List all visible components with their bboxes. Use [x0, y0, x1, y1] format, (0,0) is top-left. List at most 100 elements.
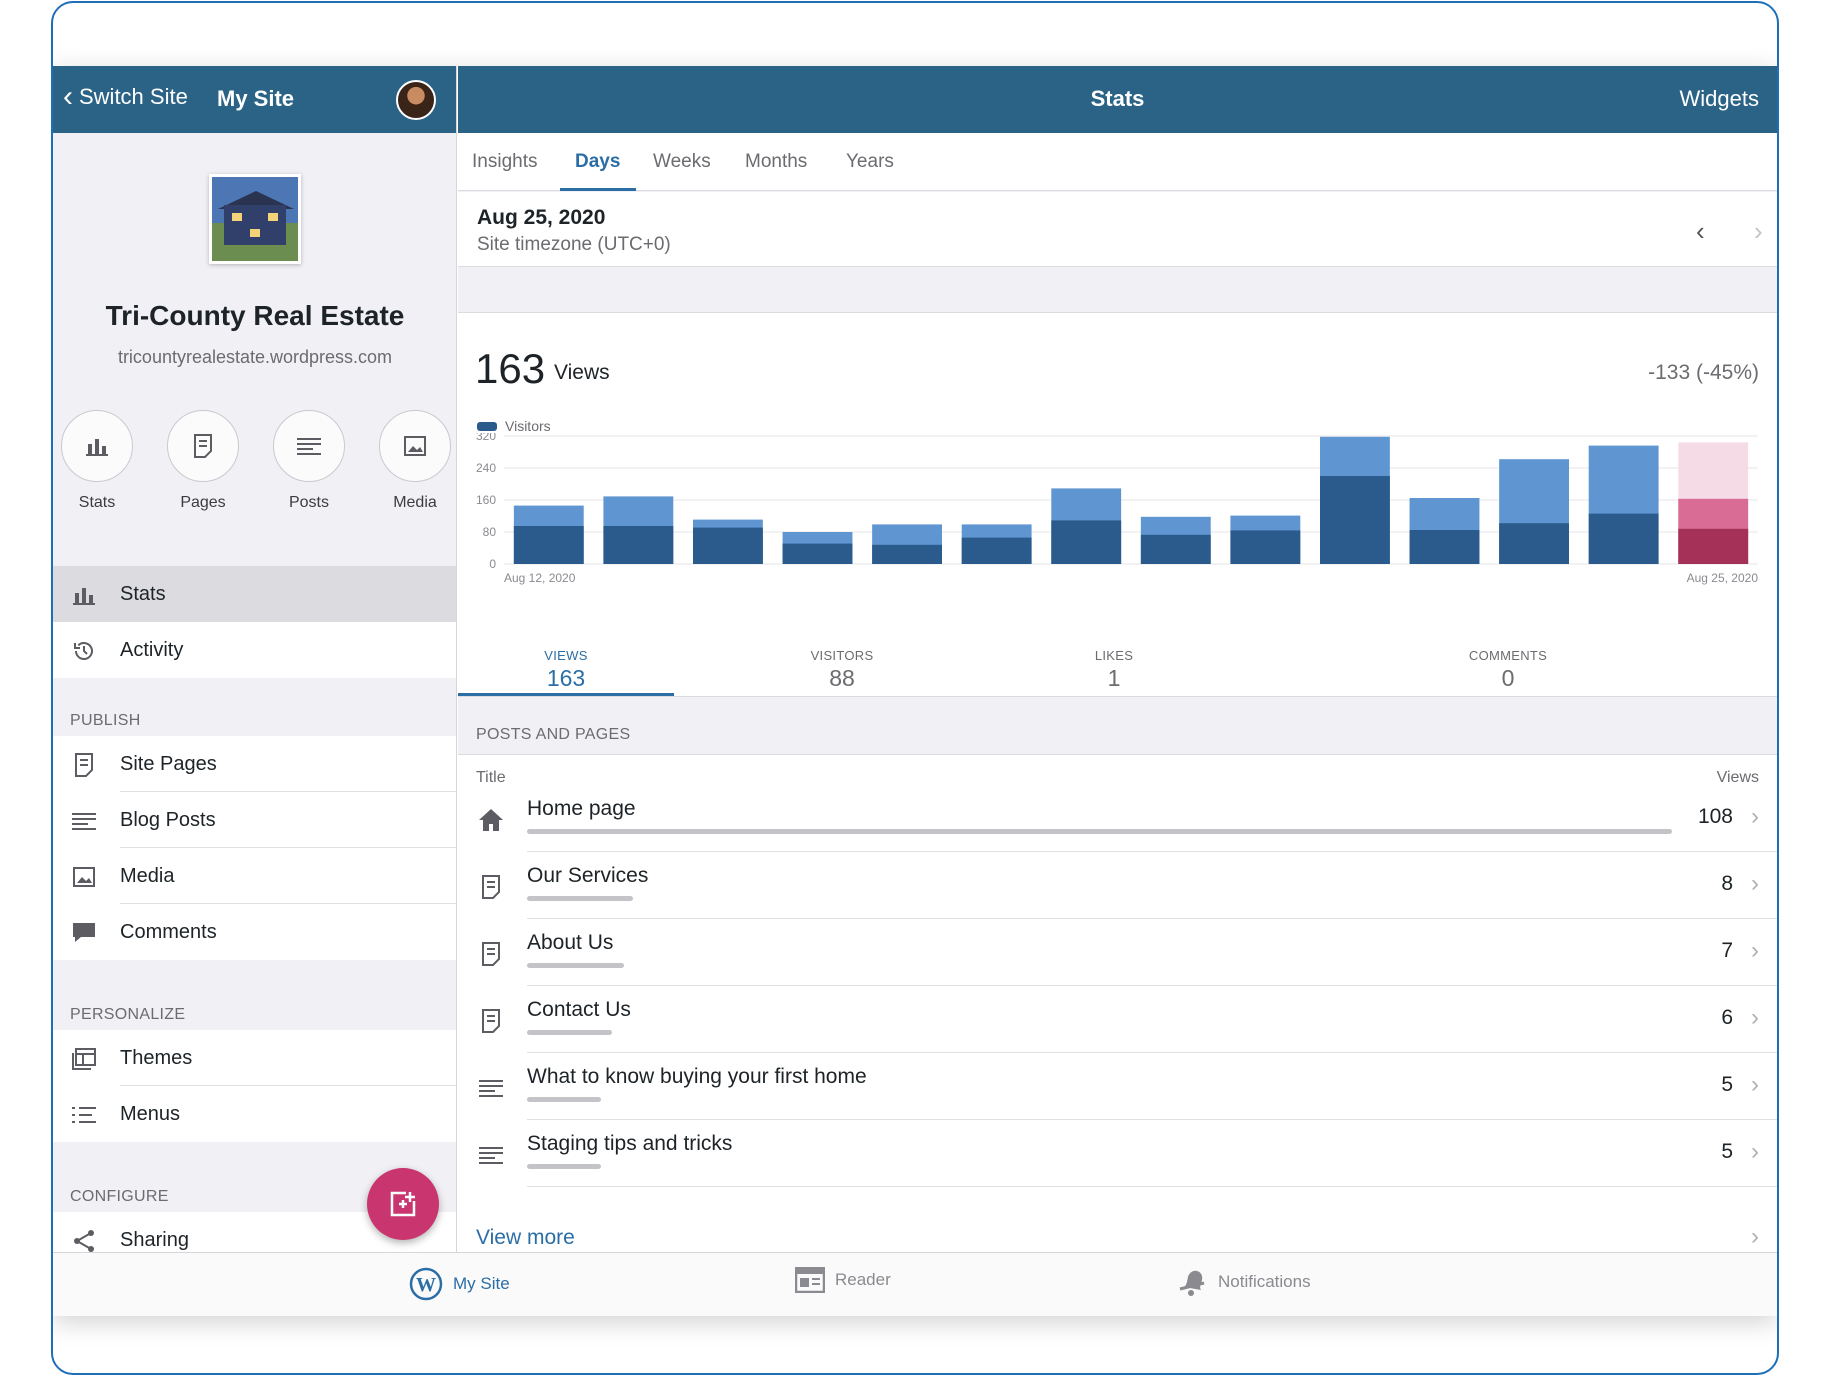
page-icon	[194, 434, 212, 458]
posts-icon	[71, 808, 97, 834]
quick-action-pages[interactable]: Pages	[167, 410, 239, 512]
sidebar-item-site-pages[interactable]: Site Pages	[53, 736, 456, 792]
row-views: 8	[1721, 872, 1733, 895]
selected-date: Aug 25, 2020	[477, 206, 606, 229]
views-label: Views	[554, 361, 610, 384]
chevron-left-icon: ‹	[63, 80, 73, 113]
summary-value: 88	[829, 665, 855, 691]
active-summary-indicator	[458, 693, 674, 696]
x-tick-label-start: Aug 12, 2020	[504, 571, 576, 585]
x-tick-label-end: Aug 25, 2020	[1687, 571, 1759, 585]
share-icon	[71, 1228, 97, 1254]
sidebar-item-label: Themes	[120, 1046, 193, 1069]
comment-icon	[71, 920, 97, 946]
table-row[interactable]: Contact Us 6 ›	[458, 986, 1777, 1053]
y-tick-label: 0	[489, 557, 496, 571]
summary-value: 1	[1107, 665, 1121, 691]
sidebar-item-blog-posts[interactable]: Blog Posts	[53, 792, 456, 848]
row-title: About Us	[527, 931, 614, 954]
table-row[interactable]: What to know buying your first home 5 ›	[458, 1053, 1777, 1120]
page-icon	[478, 941, 504, 967]
tab-years[interactable]: Years	[846, 151, 894, 173]
bar-visitors	[961, 537, 1032, 564]
sidebar-item-label: Activity	[120, 638, 184, 661]
y-tick-label: 320	[476, 433, 496, 443]
sidebar-item-label: Media	[120, 864, 175, 887]
previous-period-button[interactable]: ‹	[1696, 216, 1705, 247]
site-icon[interactable]	[209, 174, 301, 264]
sidebar-item-media[interactable]: Media	[53, 848, 456, 904]
quick-action-posts[interactable]: Posts	[273, 410, 345, 512]
tabbar-my-site[interactable]: W My Site	[409, 1267, 510, 1301]
tab-months[interactable]: Months	[745, 151, 807, 173]
summary-views[interactable]: VIEWS 163	[466, 648, 666, 692]
views-delta: -133 (-45%)	[1648, 361, 1759, 384]
active-tab-indicator	[560, 188, 636, 191]
history-icon	[71, 638, 97, 664]
bar-chart-icon	[71, 582, 97, 608]
views-bar-chart[interactable]: 0 80 160 240 320 Aug 12, 2020 Aug 25, 2020	[458, 433, 1777, 593]
avatar[interactable]	[396, 80, 436, 120]
bottom-tab-bar: W My Site Reader Notifications	[53, 1252, 1777, 1316]
table-row[interactable]: Staging tips and tricks 5 ›	[458, 1120, 1777, 1187]
row-title: Contact Us	[527, 998, 631, 1021]
bar-visitors	[603, 526, 674, 564]
home-icon	[478, 807, 504, 833]
stats-navbar: Stats Widgets	[458, 66, 1777, 133]
row-views: 7	[1721, 939, 1733, 962]
bar-chart-icon	[86, 439, 108, 456]
summary-visitors[interactable]: VISITORS 88	[742, 648, 942, 692]
bar-visitors	[1409, 530, 1480, 564]
view-more-link[interactable]: View more	[476, 1226, 575, 1250]
page-icon	[478, 1008, 504, 1034]
row-views-bar	[527, 1030, 612, 1035]
posts-icon	[478, 1142, 504, 1168]
tab-insights[interactable]: Insights	[472, 151, 537, 173]
widgets-button[interactable]: Widgets	[1680, 86, 1759, 112]
summary-comments[interactable]: COMMENTS 0	[1408, 648, 1608, 692]
table-row[interactable]: Our Services 8 ›	[458, 852, 1777, 919]
sidebar-item-label: Stats	[120, 582, 166, 605]
switch-site-button[interactable]: ‹ Switch Site	[63, 80, 188, 113]
table-row[interactable]: About Us 7 ›	[458, 919, 1777, 986]
quick-action-stats[interactable]: Stats	[61, 410, 133, 512]
sidebar-item-themes[interactable]: Themes	[53, 1030, 456, 1086]
site-url[interactable]: tricountyrealestate.wordpress.com	[53, 347, 456, 368]
chevron-right-icon: ›	[1751, 870, 1759, 897]
tab-days[interactable]: Days	[575, 151, 620, 173]
tabbar-reader[interactable]: Reader	[795, 1267, 891, 1293]
row-views: 5	[1721, 1140, 1733, 1163]
chevron-right-icon: ›	[1751, 1004, 1759, 1031]
row-views-bar	[527, 896, 633, 901]
sidebar-item-label: Blog Posts	[120, 808, 216, 831]
bar-visitors	[692, 527, 763, 564]
table-row[interactable]: Home page 108 ›	[458, 785, 1777, 852]
next-period-button[interactable]: ›	[1754, 216, 1763, 247]
page-icon	[478, 874, 504, 900]
row-views-bar	[527, 1097, 601, 1102]
sidebar-item-comments[interactable]: Comments	[53, 904, 456, 960]
switch-site-label: Switch Site	[79, 84, 188, 109]
quick-action-media[interactable]: Media	[379, 410, 451, 512]
period-tabs: Insights Days Weeks Months Years	[458, 133, 1777, 191]
chevron-right-icon: ›	[1751, 937, 1759, 964]
y-tick-label: 160	[476, 493, 496, 507]
quick-action-label: Stats	[78, 494, 116, 511]
sidebar-navbar: ‹ Switch Site My Site	[53, 66, 456, 133]
tabbar-notifications[interactable]: Notifications	[1178, 1267, 1311, 1297]
tabbar-label: Notifications	[1218, 1272, 1311, 1291]
bar-visitors	[782, 543, 853, 564]
chevron-right-icon: ›	[1751, 1223, 1759, 1250]
summary-likes[interactable]: LIKES 1	[1014, 648, 1214, 692]
section-header-configure: CONFIGURE	[70, 1188, 169, 1205]
quick-action-label: Media	[393, 494, 437, 511]
section-header-personalize: PERSONALIZE	[70, 1006, 186, 1023]
tab-weeks[interactable]: Weeks	[653, 151, 711, 173]
summary-label: VIEWS	[544, 648, 588, 663]
create-button[interactable]	[367, 1168, 439, 1240]
sidebar-item-menus[interactable]: Menus	[53, 1086, 456, 1142]
wordpress-icon: W	[409, 1267, 443, 1301]
sidebar-item-activity[interactable]: Activity	[53, 622, 456, 678]
sidebar-item-stats[interactable]: Stats	[53, 566, 456, 622]
quick-action-label: Posts	[288, 494, 329, 511]
